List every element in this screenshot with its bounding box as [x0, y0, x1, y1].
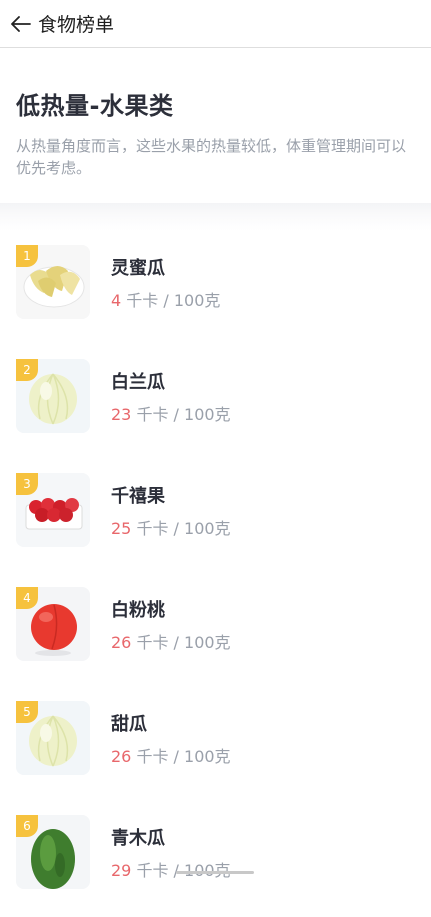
rank-badge: 5 — [16, 701, 38, 723]
home-indicator[interactable] — [176, 871, 254, 874]
rank-badge: 2 — [16, 359, 38, 381]
rank-badge: 6 — [16, 815, 38, 837]
list-header: 低热量-水果类 从热量角度而言，这些水果的热量较低，体重管理期间可以优先考虑。 — [0, 48, 431, 203]
calorie-value: 4 — [111, 291, 122, 310]
food-name: 甜瓜 — [111, 714, 147, 735]
calorie-info: 29 千卡 / 100克 — [111, 857, 231, 881]
list-item[interactable]: 6 青木瓜 29 千卡 / 100克 — [0, 803, 431, 917]
calorie-value: 25 — [111, 519, 132, 538]
list-description: 从热量角度而言，这些水果的热量较低，体重管理期间可以优先考虑。 — [16, 137, 407, 177]
list-item[interactable]: 3 千禧果 25 千卡 / 100克 — [0, 461, 431, 575]
calorie-info: 25 千卡 / 100克 — [111, 515, 231, 539]
calorie-unit: 千卡 / 100克 — [136, 633, 231, 652]
calorie-value: 26 — [111, 633, 132, 652]
food-name: 白粉桃 — [111, 600, 165, 621]
calorie-unit: 千卡 / 100克 — [126, 291, 221, 310]
calorie-info: 4 千卡 / 100克 — [111, 287, 220, 311]
arrow-left-icon — [11, 15, 31, 32]
rank-badge: 4 — [16, 587, 38, 609]
calorie-info: 26 千卡 / 100克 — [111, 629, 231, 653]
food-list: 1 灵蜜瓜 4 千卡 / 100克 2 白兰瓜 23 千卡 / 100克 3 千… — [0, 203, 431, 917]
top-bar: 食物榜单 — [0, 0, 431, 48]
calorie-value: 26 — [111, 747, 132, 766]
calorie-value: 23 — [111, 405, 132, 424]
calorie-info: 23 千卡 / 100克 — [111, 401, 231, 425]
calorie-value: 29 — [111, 861, 132, 880]
back-button[interactable] — [10, 13, 32, 35]
food-name: 青木瓜 — [111, 828, 165, 849]
food-name: 千禧果 — [111, 486, 165, 507]
list-title: 低热量-水果类 — [16, 92, 174, 120]
calorie-unit: 千卡 / 100克 — [136, 519, 231, 538]
calorie-info: 26 千卡 / 100克 — [111, 743, 231, 767]
calorie-unit: 千卡 / 100克 — [136, 405, 231, 424]
food-name: 灵蜜瓜 — [111, 258, 165, 279]
rank-badge: 1 — [16, 245, 38, 267]
list-item[interactable]: 1 灵蜜瓜 4 千卡 / 100克 — [0, 233, 431, 347]
calorie-unit: 千卡 / 100克 — [136, 747, 231, 766]
list-item[interactable]: 5 甜瓜 26 千卡 / 100克 — [0, 689, 431, 803]
list-item[interactable]: 4 白粉桃 26 千卡 / 100克 — [0, 575, 431, 689]
list-item[interactable]: 2 白兰瓜 23 千卡 / 100克 — [0, 347, 431, 461]
food-name: 白兰瓜 — [111, 372, 165, 393]
rank-badge: 3 — [16, 473, 38, 495]
page-title: 食物榜单 — [38, 14, 115, 36]
